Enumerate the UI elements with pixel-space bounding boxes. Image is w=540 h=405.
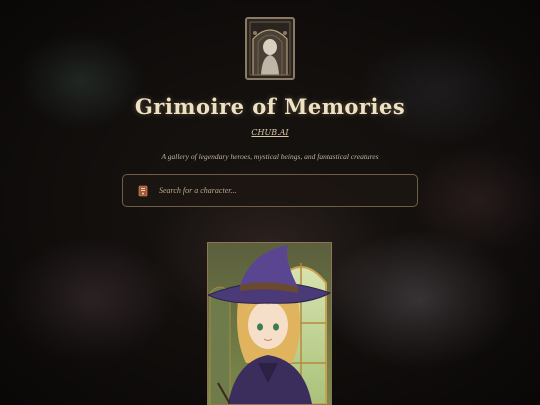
- character-portrait-image: [208, 243, 331, 404]
- page-tagline: A gallery of legendary heroes, mystical …: [161, 152, 379, 161]
- ornate-frame-icon: [247, 19, 293, 78]
- chub-ai-link[interactable]: CHUB.AI: [0, 128, 540, 137]
- book-icon: [136, 184, 150, 198]
- search-bar[interactable]: [122, 174, 418, 207]
- search-input[interactable]: [159, 186, 399, 195]
- character-card[interactable]: [207, 242, 332, 405]
- grimoire-logo[interactable]: [245, 17, 295, 80]
- page-title: Grimoire of Memories: [134, 94, 406, 119]
